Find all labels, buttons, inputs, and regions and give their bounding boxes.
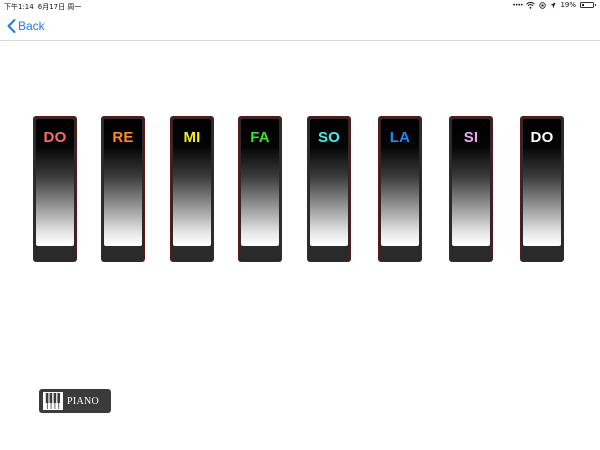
- note-label-la: LA: [389, 129, 411, 146]
- note-label-mi: MI: [183, 129, 201, 146]
- note-key-mi[interactable]: MI: [170, 116, 214, 262]
- piano-label: PIANO: [67, 395, 100, 407]
- note-key-do[interactable]: DO: [33, 116, 77, 262]
- piano-keys-icon: [43, 392, 63, 410]
- piano-button[interactable]: PIANO: [39, 389, 111, 413]
- note-label-so: SO: [317, 129, 341, 146]
- note-label-fa: FA: [250, 129, 270, 146]
- back-button[interactable]: Back: [6, 18, 45, 34]
- note-label-do: DO: [43, 129, 67, 146]
- note-label-si: SI: [463, 129, 479, 146]
- wifi-icon: [526, 1, 536, 9]
- chevron-left-icon: [7, 19, 16, 33]
- status-time: 下午1:14: [4, 3, 34, 11]
- note-key-do-high[interactable]: DO: [520, 116, 564, 262]
- battery-fill: [582, 4, 584, 6]
- back-label: Back: [18, 19, 45, 33]
- app-screen: 下午1:14 6月17日 周一 •••• 19% Back DO RE MI F…: [0, 0, 600, 450]
- signal-dots-icon: ••••: [512, 1, 523, 9]
- battery-percent: 19%: [560, 1, 576, 9]
- note-key-so[interactable]: SO: [307, 116, 351, 262]
- battery-icon: [580, 2, 596, 8]
- battery-cap: [594, 4, 596, 6]
- note-key-la[interactable]: LA: [378, 116, 422, 262]
- status-bar: 下午1:14 6月17日 周一 •••• 19%: [0, 0, 600, 12]
- location-icon: [550, 2, 556, 8]
- note-key-si[interactable]: SI: [449, 116, 493, 262]
- orientation-lock-icon: [539, 1, 547, 9]
- status-date: 6月17日 周一: [37, 3, 82, 11]
- note-label-re: RE: [112, 129, 134, 146]
- status-left: 下午1:14 6月17日 周一: [4, 2, 81, 12]
- note-key-fa[interactable]: FA: [238, 116, 282, 262]
- note-key-re[interactable]: RE: [101, 116, 145, 262]
- navigation-bar: Back: [0, 12, 600, 41]
- note-label-do-high: DO: [530, 129, 554, 146]
- status-right: •••• 19%: [512, 1, 596, 9]
